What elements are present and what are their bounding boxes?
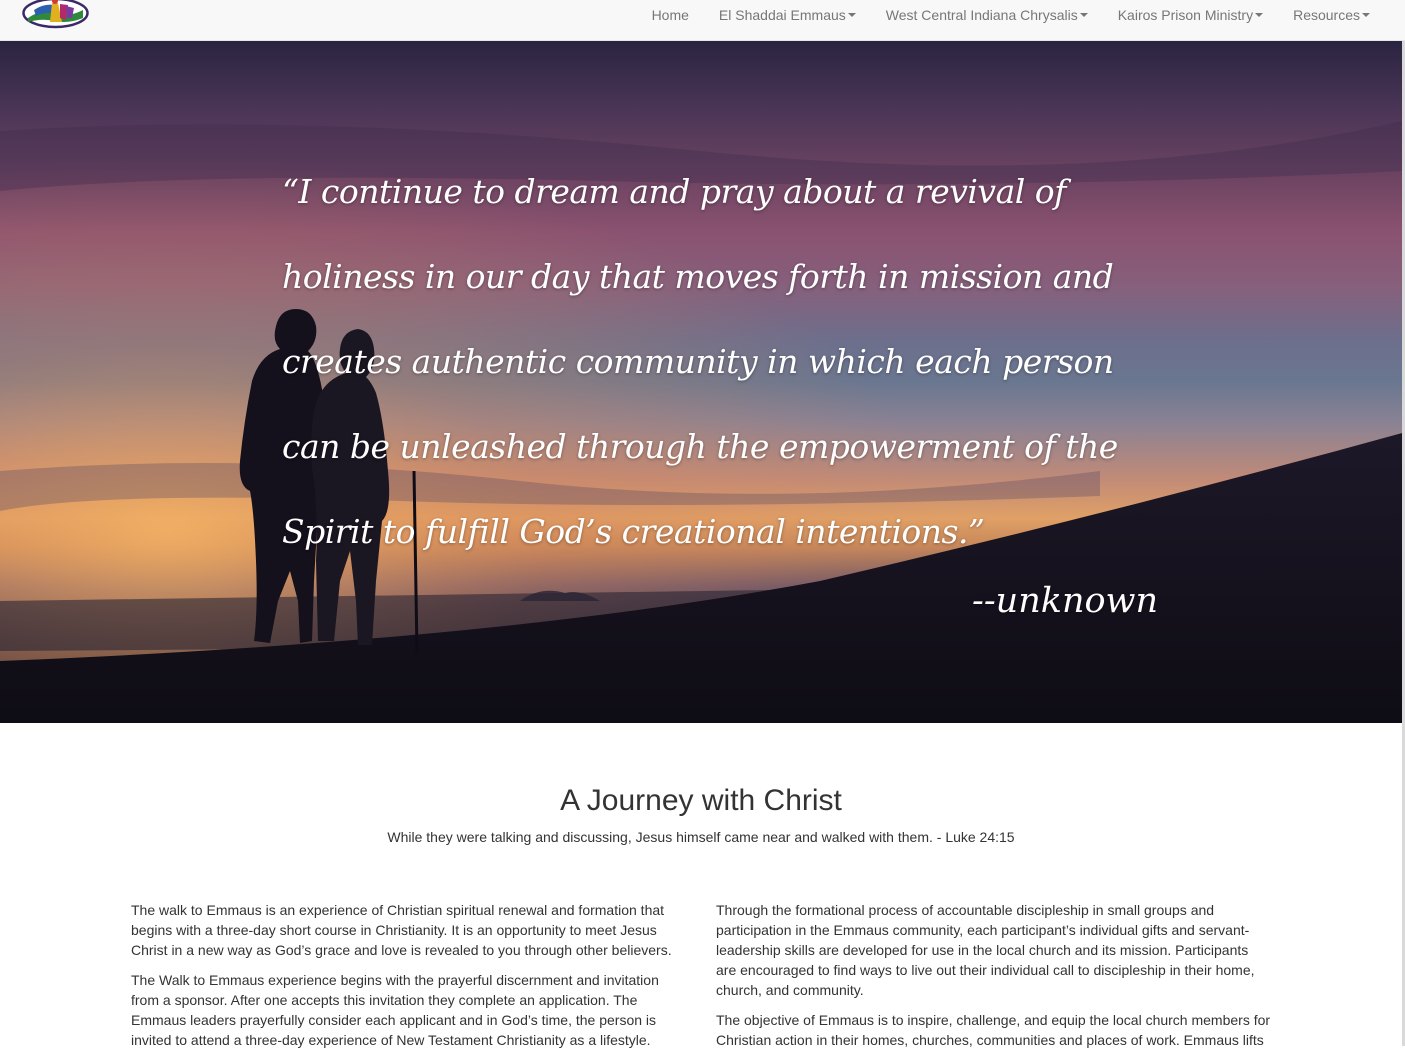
- nav-home-label: Home: [651, 7, 689, 23]
- left-column: The walk to Emmaus is an experience of C…: [131, 900, 686, 1060]
- section-title: A Journey with Christ: [560, 784, 842, 817]
- caret-down-icon: [1079, 13, 1088, 17]
- hero-banner: “I continue to dream and pray about a re…: [0, 41, 1402, 723]
- emmaus-logo[interactable]: [22, 0, 89, 32]
- hero-quote: “I continue to dream and pray about a re…: [282, 172, 1118, 551]
- nav-el-shaddai-emmaus-label: El Shaddai Emmaus: [718, 7, 846, 23]
- nav-home[interactable]: Home: [637, 0, 704, 30]
- paragraph: The walk to Emmaus is an experience of C…: [131, 902, 672, 958]
- nav-resources[interactable]: Resources: [1278, 0, 1385, 30]
- caret-down-icon: [1362, 13, 1370, 17]
- paragraph: The objective of Emmaus is to inspire, c…: [716, 1012, 1271, 1048]
- right-column: Through the formational process of accou…: [716, 900, 1271, 1060]
- caret-down-icon: [1255, 13, 1264, 17]
- caret-down-icon: [847, 13, 856, 17]
- nav-resources-label: Resources: [1293, 7, 1360, 23]
- main-nav: Home El Shaddai Emmaus West Central Indi…: [637, 0, 1385, 30]
- nav-kairos-prison-ministry[interactable]: Kairos Prison Ministry: [1103, 0, 1278, 30]
- quote-attribution: --unknown: [972, 581, 1159, 621]
- paragraph: Through the formational process of accou…: [716, 902, 1255, 998]
- scripture-subtitle: While they were talking and discussing, …: [387, 829, 1015, 845]
- nav-kairos-label: Kairos Prison Ministry: [1117, 7, 1254, 23]
- nav-west-central-indiana-chrysalis[interactable]: West Central Indiana Chrysalis: [871, 0, 1103, 30]
- nav-el-shaddai-emmaus[interactable]: El Shaddai Emmaus: [704, 0, 871, 30]
- paragraph: The Walk to Emmaus experience begins wit…: [131, 972, 659, 1048]
- nav-chrysalis-label: West Central Indiana Chrysalis: [885, 7, 1078, 23]
- navbar: Home El Shaddai Emmaus West Central Indi…: [0, 0, 1405, 41]
